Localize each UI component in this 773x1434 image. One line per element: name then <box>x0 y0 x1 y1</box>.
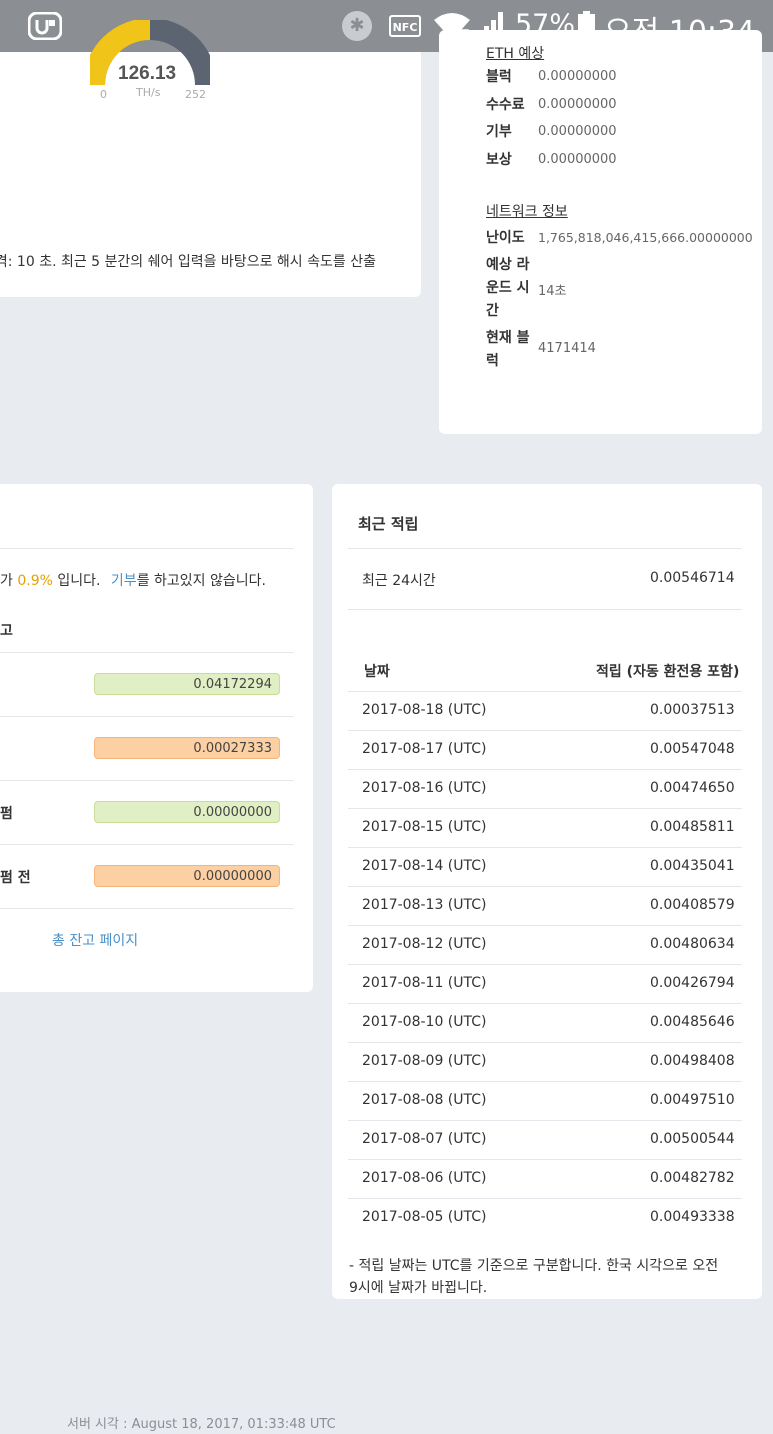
round-time-value: 14초 <box>538 284 567 299</box>
divider <box>348 769 742 770</box>
row-value: 0.00435041 <box>650 858 735 874</box>
row-value: 0.00037513 <box>650 702 735 718</box>
balance-header-partial: 고 <box>0 623 13 639</box>
last24-value: 0.00546714 <box>650 570 735 586</box>
total-balance-link[interactable]: 총 잔고 페이지 <box>52 930 138 950</box>
block-value: 0.00000000 <box>538 69 617 84</box>
note-line-2: 9시에 날짜가 바뀝니다. <box>349 1280 488 1296</box>
balance-value-2: 0.00027333 <box>94 737 280 759</box>
fee-prefix: 가 <box>0 573 13 589</box>
hashrate-note: 간격: 10 초. 최근 5 분간의 쉐어 입력을 바탕으로 해시 속도를 산출 <box>0 254 376 270</box>
divider <box>0 780 294 781</box>
server-time: 서버 시각 : August 18, 2017, 01:33:48 UTC <box>67 1417 336 1432</box>
row-date: 2017-08-17 (UTC) <box>362 741 487 757</box>
gauge-unit-label: TH/s <box>136 86 161 99</box>
row-date: 2017-08-10 (UTC) <box>362 1014 487 1030</box>
row-value: 0.00498408 <box>650 1053 735 1069</box>
row-date: 2017-08-08 (UTC) <box>362 1092 487 1108</box>
fee-info-line: 가 0.9% 입니다. 기부를 하고있지 않습니다. <box>0 570 266 590</box>
current-block-value: 4171414 <box>538 341 596 356</box>
divider <box>348 1042 742 1043</box>
divider <box>348 964 742 965</box>
divider <box>348 925 742 926</box>
row-value: 0.00485811 <box>650 819 735 835</box>
divider <box>348 886 742 887</box>
balance-label-4: 펌 전 <box>0 870 31 886</box>
col-amount-header: 적립 (자동 환전용 포함) <box>596 664 740 680</box>
row-value: 0.00485646 <box>650 1014 735 1030</box>
balance-value-3: 0.00000000 <box>94 801 280 823</box>
row-value: 0.00547048 <box>650 741 735 757</box>
eth-estimate-title: ETH 예상 <box>486 46 545 62</box>
donation-suffix: 를 하고있지 않습니다. <box>136 573 266 589</box>
divider <box>0 548 294 549</box>
divider <box>0 716 294 717</box>
divider <box>348 548 742 549</box>
divider <box>348 1003 742 1004</box>
row-date: 2017-08-18 (UTC) <box>362 702 487 718</box>
block-label: 블럭 <box>486 69 512 85</box>
donation-value: 0.00000000 <box>538 124 617 139</box>
row-date: 2017-08-14 (UTC) <box>362 858 487 874</box>
row-value: 0.00493338 <box>650 1209 735 1225</box>
divider <box>348 1198 742 1199</box>
divider <box>348 808 742 809</box>
difficulty-value: 1,765,818,046,415,666.00000000 <box>538 230 753 245</box>
row-date: 2017-08-16 (UTC) <box>362 780 487 796</box>
row-date: 2017-08-13 (UTC) <box>362 897 487 913</box>
note-line-1: - 적립 날짜는 UTC를 기준으로 구분합니다. 한국 시각으로 오전 <box>349 1258 719 1274</box>
round-time-label-1: 예상 라 <box>486 257 530 273</box>
hashrate-value: 126.13 <box>118 63 177 84</box>
row-date: 2017-08-15 (UTC) <box>362 819 487 835</box>
reward-label: 보상 <box>486 152 512 168</box>
last24-label: 최근 24시간 <box>362 573 436 589</box>
divider <box>348 691 742 692</box>
donation-link[interactable]: 기부 <box>111 573 137 589</box>
row-date: 2017-08-11 (UTC) <box>362 975 487 991</box>
recent-earnings-title: 최근 적립 <box>358 515 419 533</box>
round-time-label-3: 간 <box>486 303 499 319</box>
divider <box>348 1081 742 1082</box>
fee-percent: 0.9% <box>17 573 53 589</box>
col-date-header: 날짜 <box>364 664 390 680</box>
row-value: 0.00474650 <box>650 780 735 796</box>
fee-suffix: 입니다. <box>57 573 101 589</box>
balance-value-1: 0.04172294 <box>94 673 280 695</box>
divider <box>0 652 294 653</box>
row-date: 2017-08-12 (UTC) <box>362 936 487 952</box>
app-notification-icon <box>28 12 62 40</box>
nfc-icon: NFC <box>389 15 421 37</box>
divider <box>0 844 294 845</box>
round-time-label-2: 운드 시 <box>486 280 530 296</box>
bluetooth-icon: ✱ <box>342 11 372 41</box>
divider <box>348 847 742 848</box>
fee-label: 수수료 <box>486 97 525 113</box>
row-date: 2017-08-09 (UTC) <box>362 1053 487 1069</box>
divider <box>348 730 742 731</box>
divider <box>348 1120 742 1121</box>
fee-value: 0.00000000 <box>538 97 617 112</box>
row-value: 0.00482782 <box>650 1170 735 1186</box>
row-date: 2017-08-07 (UTC) <box>362 1131 487 1147</box>
current-block-label-1: 현재 블 <box>486 330 530 346</box>
gauge-max-label: 252 <box>185 88 206 101</box>
network-info-title[interactable]: 네트워크 정보 <box>486 201 568 221</box>
divider <box>348 1159 742 1160</box>
reward-value: 0.00000000 <box>538 152 617 167</box>
difficulty-label: 난이도 <box>486 230 525 246</box>
row-value: 0.00480634 <box>650 936 735 952</box>
balance-value-4: 0.00000000 <box>94 865 280 887</box>
divider <box>348 609 742 610</box>
row-date: 2017-08-05 (UTC) <box>362 1209 487 1225</box>
row-date: 2017-08-06 (UTC) <box>362 1170 487 1186</box>
current-block-label-2: 럭 <box>486 353 499 369</box>
row-value: 0.00426794 <box>650 975 735 991</box>
balance-label-3: 펌 <box>0 806 13 822</box>
gauge-min-label: 0 <box>100 88 107 101</box>
divider <box>0 908 294 909</box>
row-value: 0.00500544 <box>650 1131 735 1147</box>
row-value: 0.00408579 <box>650 897 735 913</box>
donation-label: 기부 <box>486 124 512 140</box>
row-value: 0.00497510 <box>650 1092 735 1108</box>
